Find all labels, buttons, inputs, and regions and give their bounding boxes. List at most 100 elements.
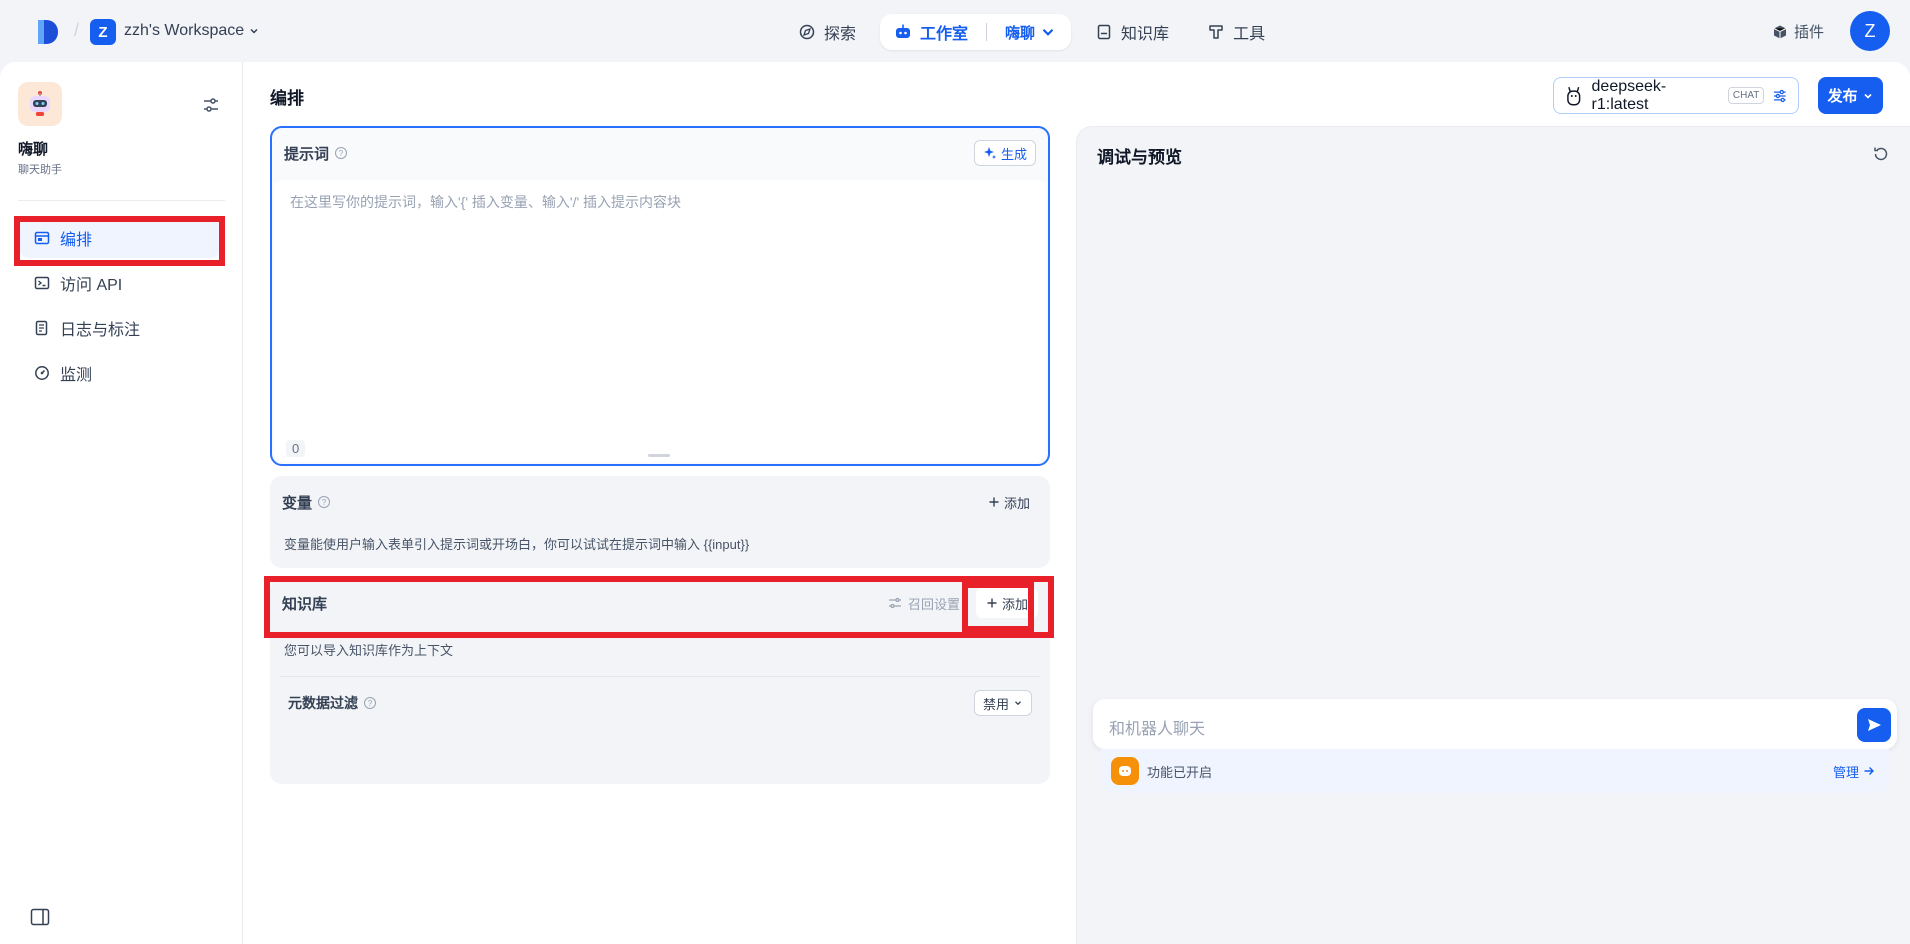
llama-icon	[1567, 86, 1581, 106]
prompt-textarea[interactable]: 在这里写你的提示词，输入'{' 插入变量、输入'/' 插入提示内容块 0	[274, 180, 1046, 462]
prompt-placeholder: 在这里写你的提示词，输入'{' 插入变量、输入'/' 插入提示内容块	[290, 194, 682, 210]
main-nav: 探索 工作室 嗨聊 知识库 工具	[784, 14, 1279, 50]
features-bar: 功能已开启 管理	[1101, 749, 1889, 793]
sidebar-item-label: 日志与标注	[60, 322, 141, 339]
chat-placeholder: 和机器人聊天	[1109, 721, 1206, 738]
main-content: 嗨聊 聊天助手 编排 访问 API 日志与标注 监测 编排 deepseek-r…	[0, 62, 1910, 944]
highlight-box-add-knowledge	[962, 582, 1034, 632]
app-description: 聊天助手	[18, 164, 62, 176]
generate-label: 生成	[1000, 146, 1027, 162]
metadata-filter-row: 元数据过滤 ? 禁用	[288, 690, 1032, 716]
nav-explore[interactable]: 探索	[784, 14, 870, 50]
manage-label: 管理	[1832, 764, 1859, 780]
top-navigation-bar: / Z zzh's Workspace 探索 工作室 嗨聊 知识库 工具 插件 …	[0, 0, 1910, 62]
refresh-icon[interactable]	[1872, 145, 1890, 163]
nav-studio[interactable]: 工作室 嗨聊	[880, 14, 1072, 50]
metadata-filter-label: 元数据过滤 ?	[288, 693, 376, 713]
sparkle-icon	[983, 147, 996, 159]
resize-handle[interactable]	[648, 454, 670, 457]
sidebar-item-monitoring[interactable]: 监测	[20, 353, 220, 393]
metadata-filter-select[interactable]: 禁用	[973, 690, 1032, 716]
publish-label: 发布	[1827, 88, 1858, 105]
cube-icon	[1773, 25, 1787, 38]
gauge-icon	[35, 366, 49, 380]
sidebar-collapse-icon[interactable]	[30, 908, 50, 926]
metadata-filter-text: 元数据过滤	[288, 695, 358, 711]
compass-icon	[799, 24, 815, 40]
plus-icon	[989, 497, 999, 507]
workspace-name: zzh's Workspace	[124, 22, 245, 39]
robot-avatar-icon	[30, 91, 50, 116]
generate-prompt-button[interactable]: 生成	[973, 140, 1036, 166]
app-name: 嗨聊	[18, 141, 49, 158]
current-app-selector[interactable]: 嗨聊	[1005, 22, 1057, 43]
document-icon	[35, 320, 48, 336]
sliders-settings-icon[interactable]	[202, 96, 220, 114]
knowledge-description: 您可以导入知识库作为上下文	[284, 643, 454, 658]
dify-logo-icon[interactable]	[36, 18, 60, 46]
publish-button[interactable]: 发布	[1818, 77, 1883, 114]
manage-features-link[interactable]: 管理	[1833, 762, 1875, 781]
sidebar-item-label: 访问 API	[60, 277, 123, 294]
nav-knowledge-label: 知识库	[1121, 26, 1170, 43]
variables-title: 变量 ?	[282, 492, 331, 513]
page-title: 编排	[270, 89, 304, 108]
chevron-down-icon	[1015, 701, 1021, 706]
chevron-down-icon	[1863, 93, 1872, 99]
model-mode-tag: CHAT	[1727, 87, 1765, 104]
hammer-icon	[1209, 25, 1223, 39]
breadcrumb-separator: /	[74, 20, 80, 40]
prompt-card-header: 提示词 ? 生成	[272, 128, 1048, 178]
add-variable-label: 添加	[1003, 495, 1030, 511]
current-app-label: 嗨聊	[1005, 24, 1036, 42]
nav-knowledge[interactable]: 知识库	[1081, 14, 1183, 50]
debug-preview-panel: 调试与预览 和机器人聊天 功能已开启 管理	[1076, 126, 1910, 944]
variables-description: 变量能使用户输入表单引入提示词或开场白，你可以试试在提示词中输入 {{input…	[284, 537, 750, 552]
terminal-icon	[34, 276, 50, 290]
character-count: 0	[286, 440, 306, 457]
book-icon	[1097, 24, 1111, 40]
sidebar-divider	[18, 200, 225, 201]
chat-input[interactable]: 和机器人聊天	[1093, 699, 1897, 749]
nav-studio-label: 工作室	[920, 26, 969, 43]
nav-separator	[986, 23, 988, 41]
nav-tools-label: 工具	[1233, 26, 1266, 43]
chevron-down-icon	[250, 28, 258, 34]
plugins-link[interactable]: 插件	[1772, 21, 1824, 42]
nav-explore-label: 探索	[824, 26, 857, 43]
variables-card: 变量 ? 添加 变量能使用户输入表单引入提示词或开场白，你可以试试在提示词中输入…	[270, 476, 1050, 568]
model-selector-button[interactable]: deepseek-r1:latest CHAT	[1553, 77, 1799, 114]
prompt-title-text: 提示词	[284, 145, 330, 163]
plugins-label: 插件	[1794, 24, 1825, 41]
prompt-title: 提示词 ?	[284, 143, 348, 164]
user-avatar[interactable]: Z	[1850, 11, 1890, 51]
sidebar-item-api-access[interactable]: 访问 API	[20, 263, 220, 303]
nav-tools[interactable]: 工具	[1193, 14, 1279, 50]
knowledge-divider	[280, 676, 1040, 677]
sliders-icon	[1774, 89, 1787, 102]
debug-title: 调试与预览	[1097, 148, 1182, 167]
help-circle-icon[interactable]: ?	[335, 147, 348, 159]
arrow-right-icon	[1864, 767, 1874, 775]
app-icon	[18, 82, 62, 126]
workspace-switcher[interactable]: zzh's Workspace	[124, 22, 260, 40]
variables-title-text: 变量	[282, 494, 313, 512]
app-sidebar: 嗨聊 聊天助手 编排 访问 API 日志与标注 监测	[0, 62, 243, 944]
help-circle-icon[interactable]: ?	[318, 496, 331, 508]
features-enabled-label: 功能已开启	[1147, 764, 1213, 780]
robot-icon	[896, 24, 911, 38]
workspace-badge[interactable]: Z	[90, 19, 116, 45]
add-variable-button[interactable]: 添加	[980, 488, 1038, 516]
smile-face-icon	[1119, 766, 1131, 776]
highlight-box-knowledge-header	[264, 576, 1054, 638]
send-button[interactable]	[1857, 708, 1891, 742]
chevron-down-icon	[1042, 28, 1054, 36]
features-status: 功能已开启	[1111, 757, 1212, 785]
help-circle-icon[interactable]: ?	[364, 697, 376, 709]
variables-header: 变量 ? 添加	[270, 476, 1050, 528]
sidebar-item-logs[interactable]: 日志与标注	[20, 308, 220, 348]
feature-icon	[1111, 757, 1139, 785]
sidebar-item-label: 监测	[60, 367, 93, 384]
send-icon	[1868, 719, 1881, 731]
prompt-card: 提示词 ? 生成 在这里写你的提示词，输入'{' 插入变量、输入'/' 插入提示…	[270, 126, 1050, 466]
